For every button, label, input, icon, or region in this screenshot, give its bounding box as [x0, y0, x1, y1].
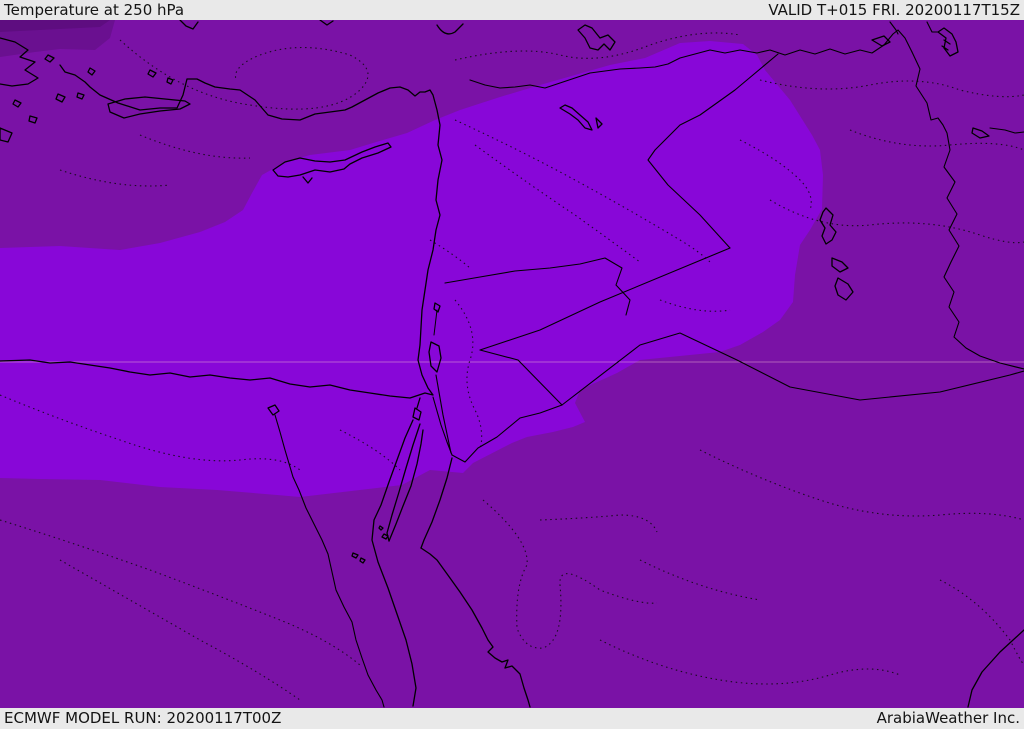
- model-run-label: ECMWF MODEL RUN: 20200117T00Z: [4, 709, 282, 727]
- brand-label: ArabiaWeather Inc.: [876, 709, 1020, 727]
- weather-app-window: { "header": { "title": "Temperature at 2…: [0, 0, 1024, 729]
- map-canvas: [0, 20, 1024, 708]
- weather-map: [0, 20, 1024, 708]
- map-title: Temperature at 250 hPa: [4, 0, 185, 19]
- footer-bar: ECMWF MODEL RUN: 20200117T00Z ArabiaWeat…: [0, 708, 1024, 729]
- valid-time-label: VALID T+015 FRI. 20200117T15Z: [768, 0, 1020, 19]
- header-bar: Temperature at 250 hPa VALID T+015 FRI. …: [0, 0, 1024, 20]
